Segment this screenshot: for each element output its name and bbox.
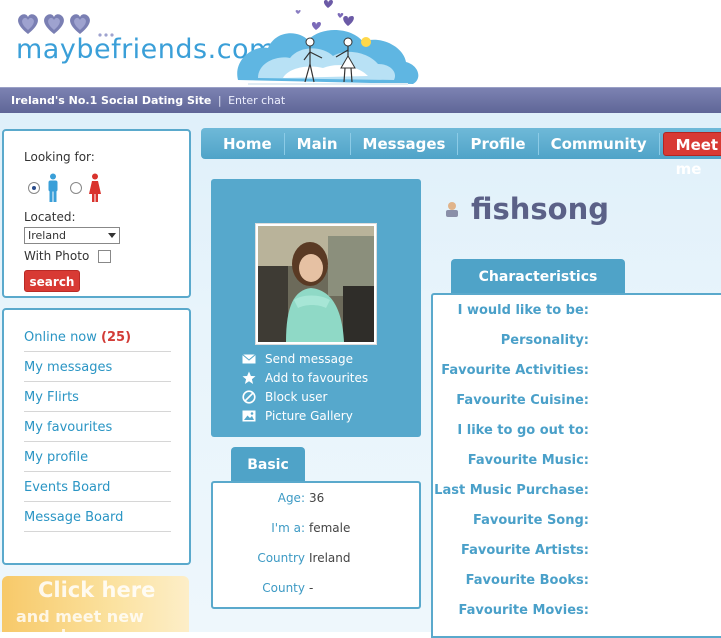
star-icon xyxy=(242,371,256,384)
nav-messages[interactable]: Messages xyxy=(351,132,459,155)
char-field-label: Favourite Cuisine: xyxy=(456,393,589,408)
promo-line-2: and meet new people xyxy=(16,607,144,632)
tagline-text: Ireland's No.1 Social Dating Site xyxy=(11,94,212,107)
basic-row-county: County - xyxy=(213,581,419,595)
basic-row-age: Age: 36 xyxy=(213,491,419,505)
site-header: maybefriends.com xyxy=(0,0,721,87)
basic-key: Country xyxy=(257,551,305,565)
char-field-label: Personality: xyxy=(500,333,589,348)
quick-search-panel: Looking for: Located: Ireland With Photo… xyxy=(2,129,191,298)
basic-tab[interactable]: Basic xyxy=(231,447,305,481)
promo-line-1: Click here xyxy=(38,578,156,602)
basic-row-gender: I'm a: female xyxy=(213,521,419,535)
promo-banner[interactable]: Click here and meet new people xyxy=(2,576,189,632)
male-radio[interactable] xyxy=(28,182,40,194)
chevron-down-icon xyxy=(108,233,116,238)
characteristics-box: I would like to be: Personality: Favouri… xyxy=(431,293,721,638)
profile-username: fishsong xyxy=(471,192,609,226)
basic-key: County xyxy=(262,581,305,595)
menu-item-my-favourites[interactable]: My favourites xyxy=(24,412,171,442)
char-field-label: Favourite Movies: xyxy=(458,603,589,618)
basic-row-country: Country Ireland xyxy=(213,551,419,565)
female-radio[interactable] xyxy=(70,182,82,194)
basic-key: Age: xyxy=(277,491,305,505)
with-photo-row: With Photo xyxy=(24,249,189,263)
picture-gallery-action[interactable]: Picture Gallery xyxy=(241,409,353,423)
menu-item-online-now[interactable]: Online now (25) xyxy=(24,322,171,352)
menu-item-my-profile[interactable]: My profile xyxy=(24,442,171,472)
menu-item-events-board[interactable]: Events Board xyxy=(24,472,171,502)
nav-meet-me-button[interactable]: Meet me xyxy=(662,131,721,178)
location-select[interactable]: Ireland xyxy=(24,227,120,244)
basic-value: 36 xyxy=(309,491,325,505)
characteristics-tab[interactable]: Characteristics xyxy=(451,259,625,294)
nav-community[interactable]: Community xyxy=(539,132,660,155)
nav-profile[interactable]: Profile xyxy=(458,132,539,155)
female-icon xyxy=(89,173,101,202)
menu-item-my-flirts[interactable]: My Flirts xyxy=(24,382,171,412)
basic-value: - xyxy=(309,581,314,595)
send-message-label: Send message xyxy=(265,352,353,366)
picture-gallery-label: Picture Gallery xyxy=(265,409,353,423)
member-menu: Online now (25) My messages My Flirts My… xyxy=(2,308,191,565)
tagline-separator: | xyxy=(217,94,222,107)
send-message-action[interactable]: Send message xyxy=(241,352,353,366)
enter-chat-link[interactable]: Enter chat xyxy=(228,94,285,107)
location-select-value: Ireland xyxy=(28,229,67,242)
online-count-badge: (25) xyxy=(101,330,132,345)
located-label: Located: xyxy=(24,210,76,224)
add-to-favourites-action[interactable]: Add to favourites xyxy=(241,371,368,385)
block-user-label: Block user xyxy=(265,390,328,404)
picture-icon xyxy=(242,410,256,422)
menu-item-message-board[interactable]: Message Board xyxy=(24,502,171,532)
tagline-bar: Ireland's No.1 Social Dating Site | Ente… xyxy=(0,87,721,113)
block-icon xyxy=(242,390,256,404)
profile-photo[interactable] xyxy=(255,223,377,345)
main-nav: Home Main Messages Profile Community Mee… xyxy=(201,128,721,178)
nav-main[interactable]: Main xyxy=(285,132,351,155)
with-photo-checkbox[interactable] xyxy=(98,249,112,263)
profile-photo-image xyxy=(258,226,374,342)
basic-value: female xyxy=(309,521,351,535)
male-icon xyxy=(48,173,58,202)
with-photo-label: With Photo xyxy=(24,249,90,263)
profile-heading: fishsong xyxy=(445,192,609,226)
profile-card: Send message Add to favourites Block use… xyxy=(211,179,421,437)
char-field-label: I would like to be: xyxy=(457,303,589,318)
nav-home[interactable]: Home xyxy=(211,132,285,155)
add-to-favourites-label: Add to favourites xyxy=(265,371,369,385)
char-field-label: Favourite Song: xyxy=(472,513,589,528)
char-field-label: Favourite Books: xyxy=(465,573,589,588)
char-field-label: Last Music Purchase: xyxy=(434,483,589,498)
block-user-action[interactable]: Block user xyxy=(241,390,327,404)
char-field-label: Favourite Artists: xyxy=(460,543,589,558)
char-field-label: Favourite Music: xyxy=(467,453,589,468)
basic-key: I'm a: xyxy=(271,521,305,535)
user-icon xyxy=(446,202,458,217)
couple-illustration xyxy=(237,0,419,85)
basic-info-box: Age: 36 I'm a: female Country Ireland Co… xyxy=(211,481,421,609)
char-field-label: Favourite Activities: xyxy=(441,363,589,378)
search-button[interactable]: search xyxy=(24,270,80,292)
char-field-label: I like to go out to: xyxy=(457,423,589,438)
basic-value: Ireland xyxy=(309,551,351,565)
menu-item-my-messages[interactable]: My messages xyxy=(24,352,171,382)
envelope-icon xyxy=(242,354,256,364)
looking-for-label: Looking for: xyxy=(24,150,95,164)
menu-item-label: Online now xyxy=(24,330,97,345)
gender-selector xyxy=(24,172,189,204)
